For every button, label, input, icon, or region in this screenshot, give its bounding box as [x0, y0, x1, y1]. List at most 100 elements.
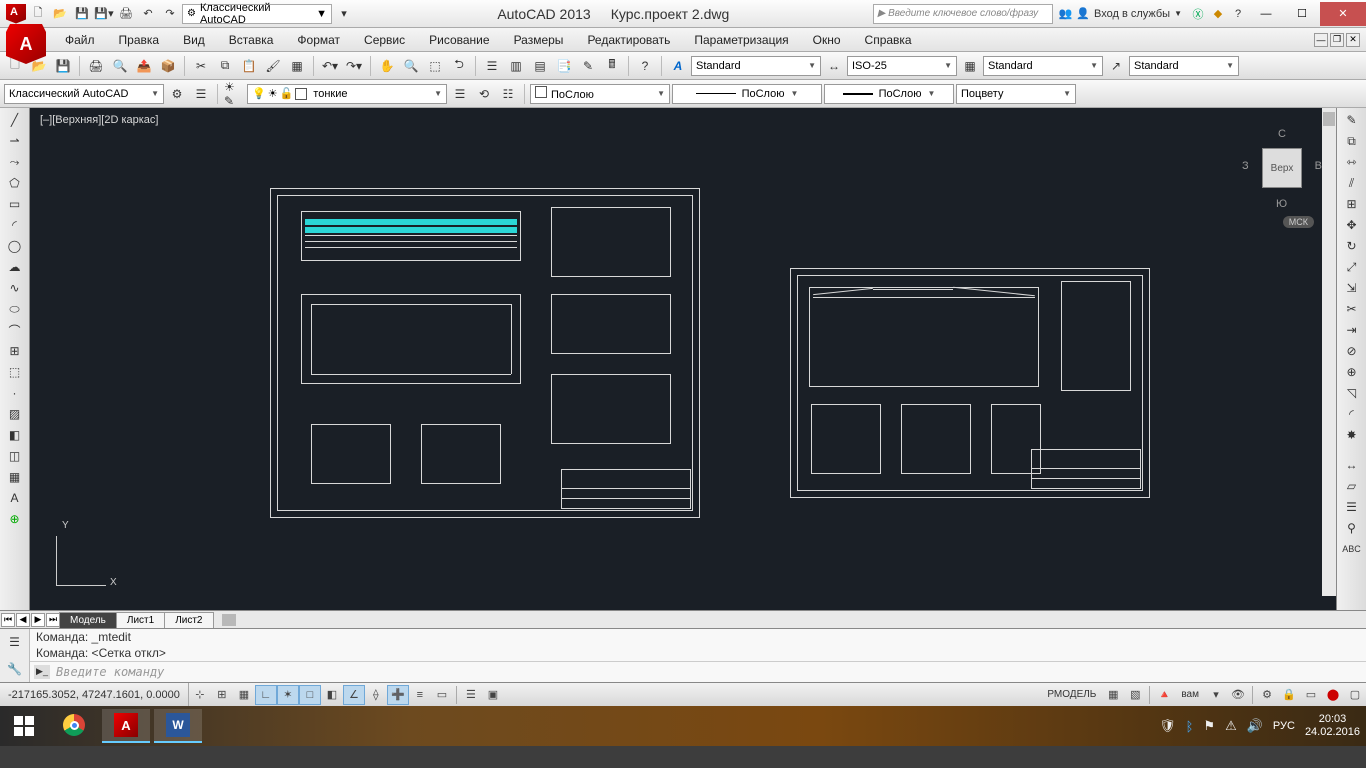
viewcube-east[interactable]: В: [1315, 160, 1322, 172]
save-icon[interactable]: 💾: [52, 55, 74, 77]
scrollbar-thumb[interactable]: [1323, 112, 1335, 126]
grid-icon[interactable]: ▦: [233, 685, 255, 705]
tray-action-icon[interactable]: ⚑: [1203, 718, 1215, 734]
mdi-close[interactable]: ✕: [1346, 33, 1360, 47]
3dosnap-icon[interactable]: ◧: [321, 685, 343, 705]
help-icon[interactable]: ?: [1228, 4, 1248, 24]
polyline-icon[interactable]: ⤳: [3, 152, 27, 172]
otrack-icon[interactable]: ∠: [343, 685, 365, 705]
fillet-icon[interactable]: ◜: [1340, 404, 1364, 424]
join-icon[interactable]: ⊕: [1340, 362, 1364, 382]
tab-next-icon[interactable]: ▶: [31, 613, 45, 627]
erase-icon[interactable]: ✎: [1340, 110, 1364, 130]
vertical-scrollbar[interactable]: [1322, 108, 1336, 596]
revcloud-icon[interactable]: ☁: [3, 257, 27, 277]
arc-icon[interactable]: ◜: [3, 215, 27, 235]
ellipsearc-icon[interactable]: ⌒: [3, 320, 27, 340]
pan-icon[interactable]: ✋: [376, 55, 398, 77]
xline-icon[interactable]: ⇀: [3, 131, 27, 151]
ellipse-icon[interactable]: ⬭: [3, 299, 27, 319]
annoscale-icon[interactable]: 🔺: [1153, 685, 1175, 705]
offset-icon[interactable]: ⫽: [1340, 173, 1364, 193]
zoom-prev-icon[interactable]: ⮌: [448, 55, 470, 77]
polar-icon[interactable]: ✶: [277, 685, 299, 705]
trim-icon[interactable]: ✂: [1340, 299, 1364, 319]
lwt-icon[interactable]: ≡: [409, 685, 431, 705]
menu-window[interactable]: Окно: [803, 31, 851, 49]
3ddwf-icon[interactable]: 📦: [157, 55, 179, 77]
iso-objects-icon[interactable]: ⬤: [1322, 685, 1344, 705]
table-style-combo[interactable]: Standard▼: [983, 56, 1103, 76]
markup-icon[interactable]: ✎: [577, 55, 599, 77]
menu-insert[interactable]: Вставка: [219, 31, 284, 49]
array-icon[interactable]: ⊞: [1340, 194, 1364, 214]
app-icon[interactable]: [6, 4, 26, 24]
annoscale-label[interactable]: вам: [1175, 689, 1205, 700]
scrollbar-thumb[interactable]: [222, 614, 236, 626]
plot-icon[interactable]: 🖨: [85, 55, 107, 77]
infer-icon[interactable]: ⊹: [189, 685, 211, 705]
dyn-icon[interactable]: ➕: [387, 685, 409, 705]
maximize-button[interactable]: ☐: [1284, 2, 1320, 26]
quickview-layouts-icon[interactable]: ▦: [1102, 685, 1124, 705]
help2-icon[interactable]: ?: [634, 55, 656, 77]
minimize-button[interactable]: —: [1248, 2, 1284, 26]
viewport-label[interactable]: [–][Верхняя][2D каркас]: [40, 114, 158, 126]
clean-screen-icon[interactable]: ▢: [1344, 685, 1366, 705]
layer-manager-icon[interactable]: ☀✎: [223, 83, 245, 105]
space-label[interactable]: РМОДЕЛЬ: [1041, 689, 1102, 700]
menu-tools[interactable]: Сервис: [354, 31, 415, 49]
tab-layout1[interactable]: Лист1: [116, 612, 165, 628]
wsettings-icon[interactable]: ⚙: [166, 83, 188, 105]
point-icon[interactable]: ·: [3, 383, 27, 403]
cmd-history-icon[interactable]: ☰: [3, 632, 27, 652]
menu-edit[interactable]: Правка: [109, 31, 170, 49]
ortho-icon[interactable]: ∟: [255, 685, 277, 705]
layer-combo[interactable]: 💡 ☀ 🔓 тонкие ▼: [247, 84, 447, 104]
tray-clock[interactable]: 20:03 24.02.2016: [1305, 713, 1360, 739]
qat-new-icon[interactable]: 🗋: [28, 4, 48, 24]
signin-area[interactable]: 👥 👤 Вход в службы ▼: [1053, 7, 1188, 20]
region-icon[interactable]: ◫: [3, 446, 27, 466]
task-chrome[interactable]: [50, 709, 98, 743]
tpy-icon[interactable]: ▭: [431, 685, 453, 705]
color-combo[interactable]: ПоСлою▼: [530, 84, 670, 104]
qat-more-icon[interactable]: ▾: [334, 4, 354, 24]
make-block-icon[interactable]: ⬚: [3, 362, 27, 382]
dimstyle-icon[interactable]: ↔: [823, 55, 845, 77]
menu-modify[interactable]: Редактировать: [577, 31, 680, 49]
properties-icon[interactable]: ☰: [481, 55, 503, 77]
list-icon[interactable]: ☰: [1340, 497, 1364, 517]
sc-icon[interactable]: ▣: [482, 685, 504, 705]
publish-icon[interactable]: 📤: [133, 55, 155, 77]
menu-parametric[interactable]: Параметризация: [684, 31, 798, 49]
qat-save-icon[interactable]: 💾: [72, 4, 92, 24]
mtext-icon[interactable]: A: [3, 488, 27, 508]
tab-first-icon[interactable]: ⏮: [1, 613, 15, 627]
tray-shield-icon[interactable]: 🛡: [1159, 718, 1176, 734]
extend-icon[interactable]: ⇥: [1340, 320, 1364, 340]
infocenter-search[interactable]: ▶ Введите ключевое слово/фразу: [873, 4, 1053, 24]
task-word[interactable]: W: [154, 709, 202, 743]
viewcube-south[interactable]: Ю: [1276, 198, 1287, 210]
drawing-canvas[interactable]: [–][Верхняя][2D каркас]: [30, 108, 1336, 610]
close-button[interactable]: ✕: [1320, 2, 1366, 26]
addsel-icon[interactable]: ⊕: [3, 509, 27, 529]
wcustom-icon[interactable]: ☰: [190, 83, 212, 105]
snap-icon[interactable]: ⊞: [211, 685, 233, 705]
break-icon[interactable]: ⊘: [1340, 341, 1364, 361]
ducs-icon[interactable]: ⟠: [365, 685, 387, 705]
tray-volume-icon[interactable]: 🔊: [1247, 718, 1263, 734]
hatch-icon[interactable]: ▨: [3, 404, 27, 424]
tray-network-icon[interactable]: ⚠: [1225, 718, 1237, 734]
tablestyle-icon[interactable]: ▦: [959, 55, 981, 77]
text-style-combo[interactable]: Standard▼: [691, 56, 821, 76]
horizontal-scrollbar[interactable]: [220, 613, 1323, 627]
layer-prev-icon[interactable]: ⟲: [473, 83, 495, 105]
insert-icon[interactable]: ⊞: [3, 341, 27, 361]
tab-layout2[interactable]: Лист2: [164, 612, 213, 628]
area-icon[interactable]: ▱: [1340, 476, 1364, 496]
circle-icon[interactable]: ◯: [3, 236, 27, 256]
scale-icon[interactable]: ⤢: [1340, 257, 1364, 277]
mleader-style-combo[interactable]: Standard▼: [1129, 56, 1239, 76]
